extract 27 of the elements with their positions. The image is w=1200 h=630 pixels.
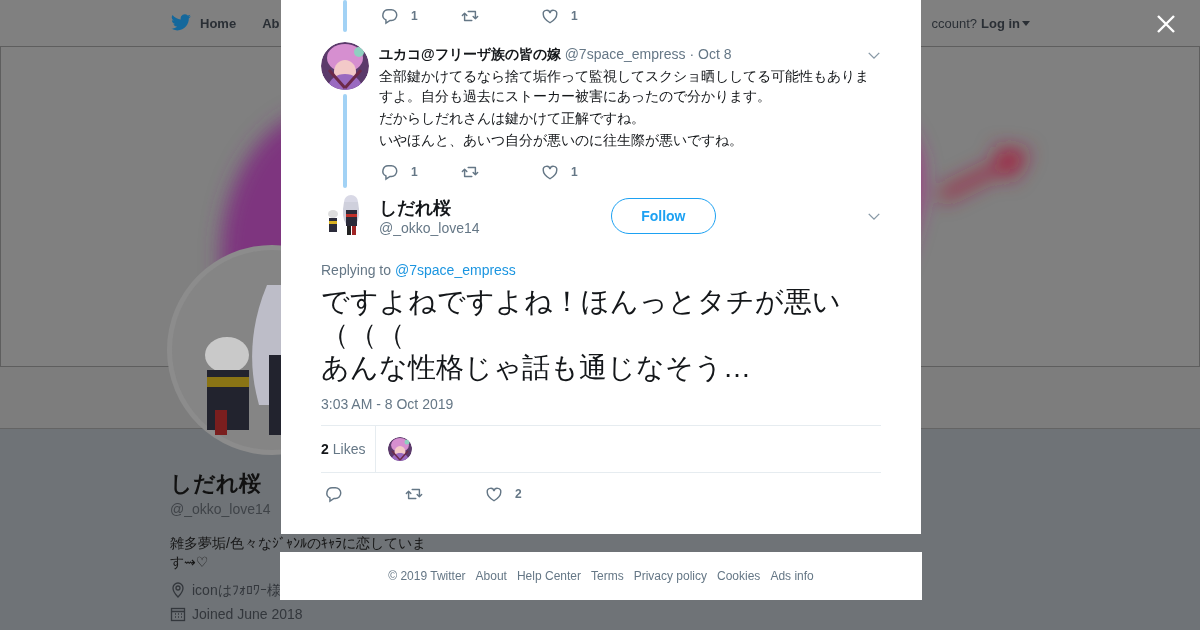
likes-count[interactable]: 2 <box>321 441 329 457</box>
close-icon[interactable] <box>1156 14 1176 34</box>
footer-link[interactable]: © 2019 Twitter <box>388 569 466 583</box>
footer-link[interactable]: Help Center <box>516 569 581 583</box>
profile-name: しだれ桜 <box>170 470 261 498</box>
account-prompt: ccount? <box>931 15 977 31</box>
profile-joined: Joined June 2018 <box>192 606 303 622</box>
like-count: 1 <box>571 9 578 23</box>
calendar-icon <box>170 606 186 622</box>
reply-icon[interactable] <box>379 7 399 25</box>
reply-count: 1 <box>411 9 418 23</box>
likes-label[interactable]: Likes <box>332 441 366 457</box>
profile-bio: す⇝♡ <box>170 553 209 572</box>
footer-link[interactable]: Privacy policy <box>633 569 707 583</box>
footer-link[interactable]: Cookies <box>717 569 761 583</box>
footer-link[interactable]: Ads info <box>770 569 814 583</box>
tweet-timestamp: 3:03 AM - 8 Oct 2019 <box>321 396 881 426</box>
footer-link[interactable]: About <box>475 569 507 583</box>
like-count: 2 <box>515 487 522 501</box>
location-pin-icon <box>170 582 186 598</box>
profile-bio: 雑多夢垢/色々なｼﾞｬﾝﾙのｷｬﾗに恋していま <box>170 534 426 553</box>
footer-link[interactable]: Terms <box>591 569 624 583</box>
nav-link[interactable]: Ab <box>262 15 280 31</box>
reply-icon[interactable] <box>323 485 343 503</box>
login-link[interactable]: Log in <box>981 15 1030 31</box>
nav-link[interactable]: Home <box>170 14 237 32</box>
caret-icon[interactable] <box>1022 20 1030 26</box>
